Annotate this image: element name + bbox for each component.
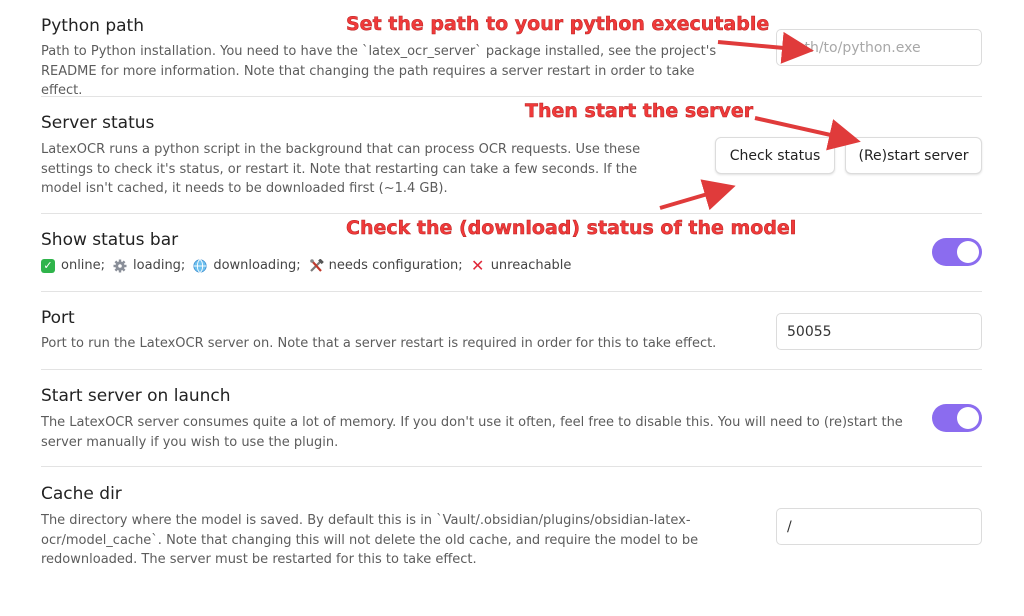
python-path-input[interactable] xyxy=(776,29,982,66)
setting-start-on-launch: Start server on launch The LatexOCR serv… xyxy=(41,386,982,452)
legend-online: online; xyxy=(61,258,106,273)
start-on-launch-toggle[interactable] xyxy=(932,404,982,432)
status-legend: ✓ online; loading; downloading; needs co… xyxy=(41,255,982,275)
annotation-check-status: Check the (download) status of the model xyxy=(346,217,797,240)
annotation-python-path: Set the path to your python executable xyxy=(346,13,770,36)
cross-icon: ✕ xyxy=(470,255,485,275)
setting-name: Cache dir xyxy=(41,484,122,504)
status-bar-toggle[interactable] xyxy=(932,238,982,266)
check-box-icon: ✓ xyxy=(41,258,55,273)
divider xyxy=(41,96,982,97)
divider xyxy=(41,213,982,214)
port-input[interactable] xyxy=(776,313,982,350)
setting-description: The LatexOCR server consumes quite a lot… xyxy=(41,415,903,450)
legend-needs-config: needs configuration; xyxy=(328,258,463,273)
divider xyxy=(41,466,982,467)
legend-loading: loading; xyxy=(133,258,186,273)
setting-description: Port to run the LatexOCR server on. Note… xyxy=(41,336,717,351)
setting-description: The directory where the model is saved. … xyxy=(41,513,699,567)
gear-icon xyxy=(113,259,127,273)
tools-icon xyxy=(309,257,324,273)
setting-name: Server status xyxy=(41,113,155,133)
toggle-knob xyxy=(957,407,979,429)
divider xyxy=(41,291,982,292)
globe-icon xyxy=(193,258,207,273)
cache-dir-input[interactable] xyxy=(776,508,982,545)
legend-downloading: downloading; xyxy=(213,258,301,273)
check-status-button[interactable]: Check status xyxy=(715,137,835,174)
restart-server-button[interactable]: (Re)start server xyxy=(845,137,982,174)
setting-name: Start server on launch xyxy=(41,386,231,406)
setting-server-status: Server status LatexOCR runs a python scr… xyxy=(41,113,982,199)
annotation-start-server: Then start the server xyxy=(525,100,754,123)
divider xyxy=(41,369,982,370)
toggle-knob xyxy=(957,241,979,263)
setting-description: Path to Python installation. You need to… xyxy=(41,44,717,98)
legend-unreachable: unreachable xyxy=(490,258,572,273)
setting-description: LatexOCR runs a python script in the bac… xyxy=(41,142,641,196)
